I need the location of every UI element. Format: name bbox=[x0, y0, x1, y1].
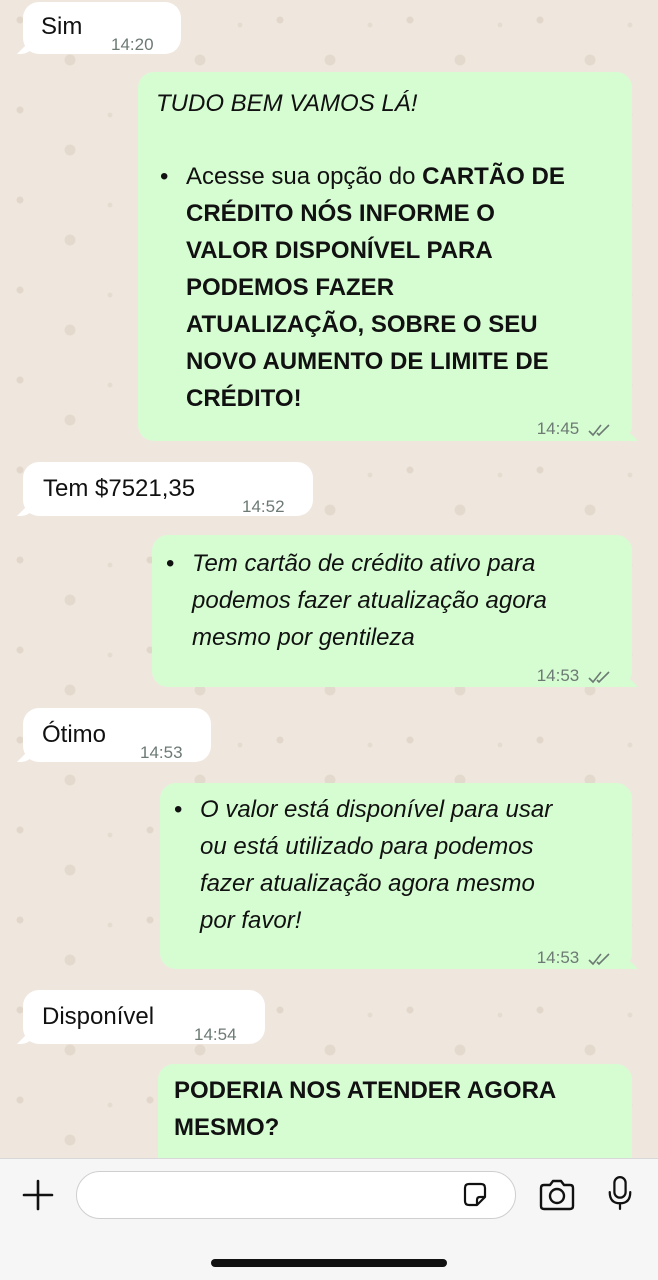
bullet-point: • bbox=[166, 550, 175, 577]
message-text: Ótimo bbox=[42, 721, 107, 748]
message-time: 14:53 bbox=[536, 948, 580, 967]
message-input[interactable] bbox=[76, 1171, 516, 1219]
message-outgoing[interactable]: • O valor está disponível para usar ou e… bbox=[160, 783, 632, 969]
message-incoming[interactable]: Disponível 14:54 bbox=[23, 990, 265, 1044]
message-line: PODERIA NOS ATENDER AGORA bbox=[174, 1077, 557, 1104]
message-bullet-block: • Acesse sua opção do CARTÃO DE CRÉDITO … bbox=[160, 158, 620, 417]
message-meta: 14:45 bbox=[537, 410, 612, 447]
message-line: MESMO? bbox=[174, 1114, 280, 1141]
message-incoming[interactable]: Sim 14:20 bbox=[23, 2, 181, 54]
message-incoming[interactable]: Ótimo 14:53 bbox=[23, 708, 211, 762]
message-time: 14:20 bbox=[111, 35, 154, 54]
message-time: 14:45 bbox=[536, 419, 580, 438]
message-line: Tem cartão de crédito ativo para bbox=[192, 550, 536, 577]
bullet-text-bold: CRÉDITO NÓS INFORME O bbox=[186, 200, 495, 227]
message-line: podemos fazer atualização agora bbox=[192, 587, 547, 614]
double-check-icon bbox=[588, 423, 610, 436]
bullet-text: Acesse sua opção do bbox=[186, 163, 423, 190]
message-line: mesmo por gentileza bbox=[192, 624, 415, 651]
bullet-text-bold: CRÉDITO! bbox=[186, 385, 302, 412]
camera-icon[interactable] bbox=[537, 1178, 577, 1212]
message-time: 14:54 bbox=[194, 1025, 237, 1044]
microphone-icon[interactable] bbox=[606, 1173, 634, 1213]
message-outgoing[interactable]: PODERIA NOS ATENDER AGORA MESMO? bbox=[158, 1064, 632, 1158]
bullet-text-bold: CARTÃO DE bbox=[422, 163, 565, 190]
double-check-icon bbox=[588, 952, 610, 965]
message-time: 14:52 bbox=[242, 497, 285, 516]
message-incoming[interactable]: Tem $7521,35 14:52 bbox=[23, 462, 313, 516]
message-outgoing[interactable]: TUDO BEM VAMOS LÁ! • Acesse sua opção do… bbox=[138, 72, 632, 441]
message-heading: TUDO BEM VAMOS LÁ! bbox=[156, 90, 418, 117]
message-text: Sim bbox=[41, 13, 83, 40]
bullet-text-bold: PODEMOS FAZER bbox=[186, 274, 395, 301]
bullet-text-bold: VALOR DISPONÍVEL PARA bbox=[186, 237, 493, 264]
bullet-text-bold: ATUALIZAÇÃO, SOBRE O SEU bbox=[186, 311, 538, 338]
bullet-text-bold: NOVO AUMENTO DE LIMITE DE bbox=[186, 348, 549, 375]
chat-area[interactable]: Sim 14:20 TUDO BEM VAMOS LÁ! • Acesse su… bbox=[0, 0, 658, 1158]
bullet-point: • bbox=[174, 796, 183, 823]
message-line: O valor está disponível para usar bbox=[200, 796, 553, 823]
sticker-icon[interactable] bbox=[460, 1180, 490, 1210]
message-time: 14:53 bbox=[140, 743, 183, 762]
home-indicator bbox=[211, 1259, 447, 1267]
plus-icon[interactable] bbox=[20, 1177, 56, 1213]
double-check-icon bbox=[588, 670, 610, 683]
message-bullet-block: • O valor está disponível para usar ou e… bbox=[174, 791, 624, 939]
message-outgoing[interactable]: • Tem cartão de crédito ativo para podem… bbox=[152, 535, 632, 687]
message-bullet-block: • Tem cartão de crédito ativo para podem… bbox=[166, 545, 622, 656]
message-text: Tem $7521,35 bbox=[43, 475, 196, 502]
message-meta: 14:53 bbox=[537, 657, 612, 694]
message-text: Disponível bbox=[42, 1003, 155, 1030]
message-meta: 14:53 bbox=[537, 939, 612, 976]
message-line: por favor! bbox=[200, 907, 302, 934]
message-time: 14:53 bbox=[536, 666, 580, 685]
bullet-point: • bbox=[160, 163, 169, 190]
message-line: fazer atualização agora mesmo bbox=[200, 870, 535, 897]
message-line: ou está utilizado para podemos bbox=[200, 833, 534, 860]
